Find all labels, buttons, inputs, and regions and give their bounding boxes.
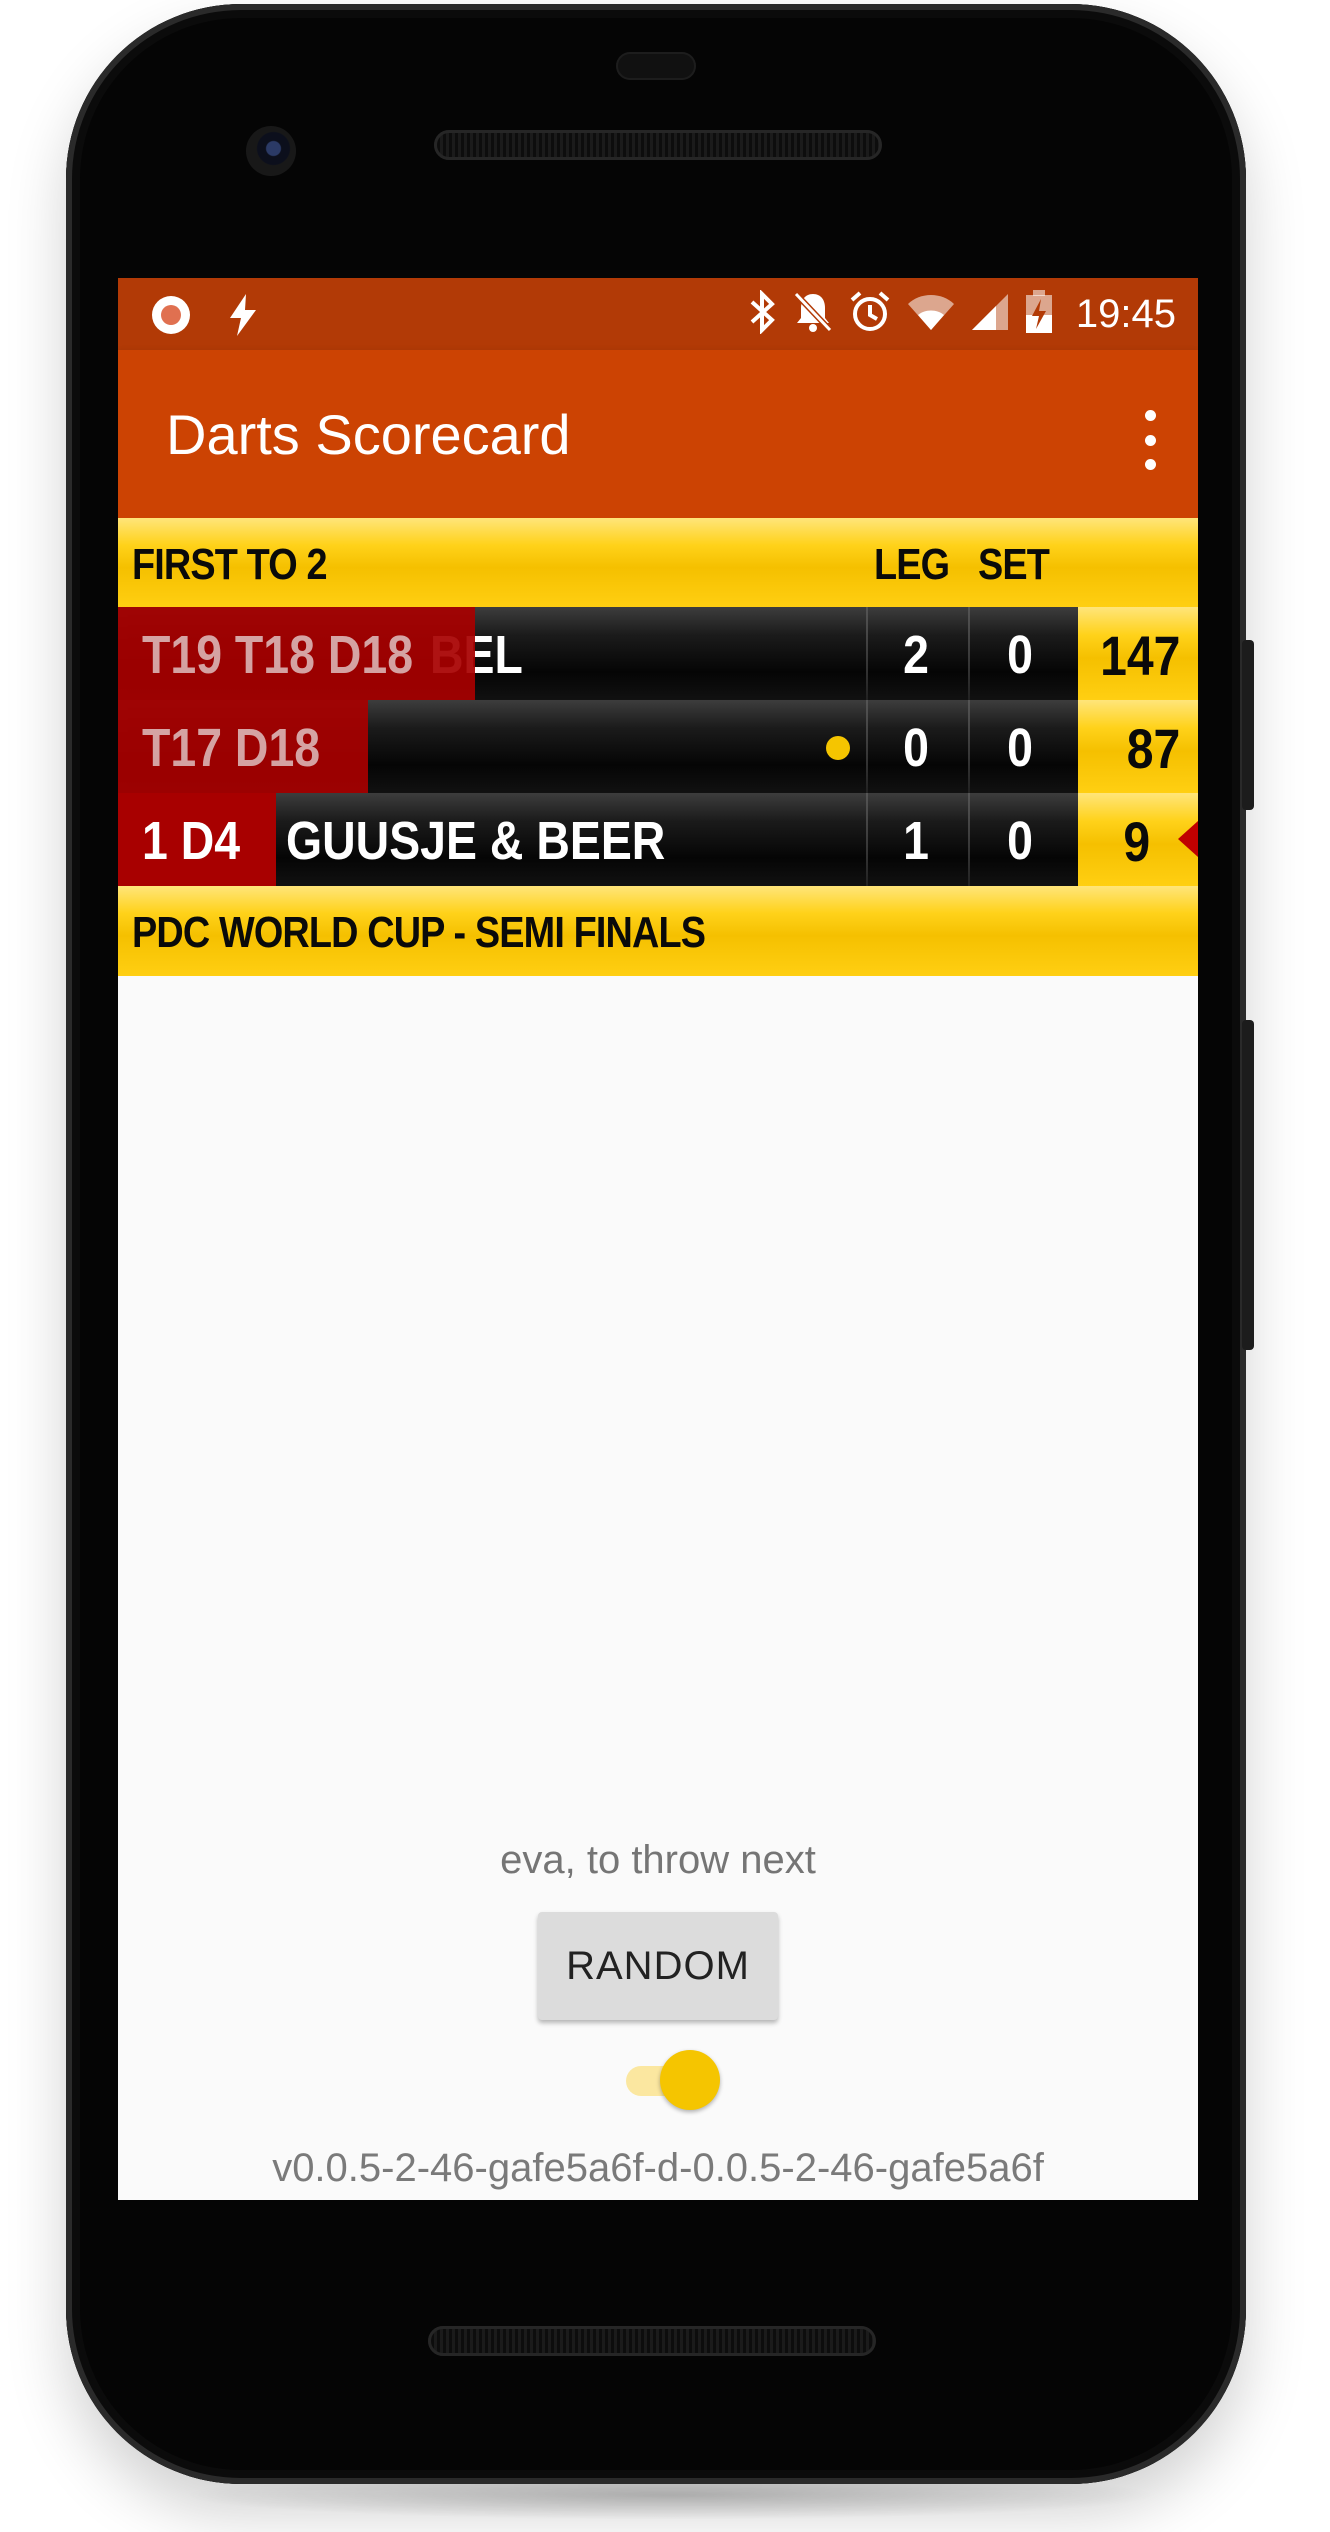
- legs-value: 1: [903, 811, 929, 871]
- remaining-score-cell: 147: [1078, 607, 1198, 700]
- status-bar: 19:45: [118, 278, 1198, 350]
- wifi-icon: [906, 290, 956, 339]
- checkout-suggestion: T19 T18 D18: [118, 607, 475, 700]
- active-player-marker-icon: [1178, 821, 1198, 857]
- status-icons: 19:45: [748, 278, 1176, 350]
- app-title: Darts Scorecard: [166, 403, 571, 466]
- screen: 19:45 Darts Scorecard FIRST TO 2 LEG SET…: [118, 278, 1198, 2200]
- checkout-text: T19 T18 D18: [142, 625, 414, 685]
- signal-icon: [970, 290, 1010, 339]
- divider: [968, 607, 970, 700]
- alarm-icon: [848, 290, 892, 339]
- toggle-switch[interactable]: [622, 2048, 720, 2112]
- player-row[interactable]: 1 D4 GUUSJE & BEER 1 0 9: [118, 793, 1198, 886]
- bluetooth-icon: [748, 288, 778, 339]
- sets-value: 0: [1007, 811, 1033, 871]
- sets-value: 0: [1007, 625, 1033, 685]
- legs-value: 2: [903, 625, 929, 685]
- flash-icon: [228, 294, 258, 341]
- next-thrower-text: eva, to throw next: [500, 1838, 816, 1882]
- checkout-text: 1 D4: [142, 811, 241, 871]
- remaining-score: 87: [1126, 717, 1180, 780]
- top-speaker-grille: [434, 130, 882, 160]
- event-title: PDC WORLD CUP - SEMI FINALS: [132, 908, 706, 957]
- battery-charging-icon: [1024, 289, 1054, 340]
- set-column-label: SET: [978, 540, 1050, 589]
- scoreboard-header: FIRST TO 2 LEG SET: [118, 518, 1198, 608]
- divider: [866, 607, 868, 700]
- remaining-score-cell: 9: [1078, 793, 1198, 886]
- front-camera: [246, 126, 296, 176]
- notifications-off-icon: [792, 290, 834, 339]
- divider: [968, 793, 970, 886]
- volume-button: [1242, 1020, 1254, 1350]
- player-name: GUUSJE & BEER: [286, 811, 666, 871]
- remaining-score-cell: 87: [1078, 700, 1198, 793]
- remaining-score: 9: [1123, 810, 1150, 873]
- version-text: v0.0.5-2-46-gafe5a6f-d-0.0.5-2-46-gafe5a…: [272, 2146, 1044, 2190]
- checkout-suggestion: 1 D4: [118, 793, 276, 886]
- checkout-suggestion: T17 D18: [118, 700, 368, 793]
- player-row[interactable]: T17 D18 0 0 87: [118, 700, 1198, 793]
- leg-column-label: LEG: [874, 540, 950, 589]
- match-format: FIRST TO 2: [132, 540, 328, 589]
- divider: [866, 793, 868, 886]
- power-button: [1242, 640, 1254, 810]
- divider: [866, 700, 868, 793]
- to-throw-indicator: [826, 736, 850, 760]
- scoreboard-footer: PDC WORLD CUP - SEMI FINALS: [118, 886, 1198, 976]
- bottom-speaker-grille: [428, 2326, 876, 2356]
- sets-value: 0: [1007, 718, 1033, 778]
- checkout-text: T17 D18: [142, 718, 321, 778]
- player-row[interactable]: BEL T19 T18 D18 2 0 147: [118, 607, 1198, 700]
- status-time: 19:45: [1075, 291, 1176, 336]
- toggle-thumb: [660, 2050, 720, 2110]
- app-bar: Darts Scorecard: [118, 350, 1198, 518]
- remaining-score: 147: [1099, 624, 1180, 687]
- record-icon: [150, 294, 192, 341]
- legs-value: 0: [903, 718, 929, 778]
- divider: [968, 700, 970, 793]
- more-vert-icon[interactable]: [1138, 410, 1162, 470]
- front-sensor: [616, 52, 696, 80]
- random-button[interactable]: RANDOM: [538, 1912, 778, 2020]
